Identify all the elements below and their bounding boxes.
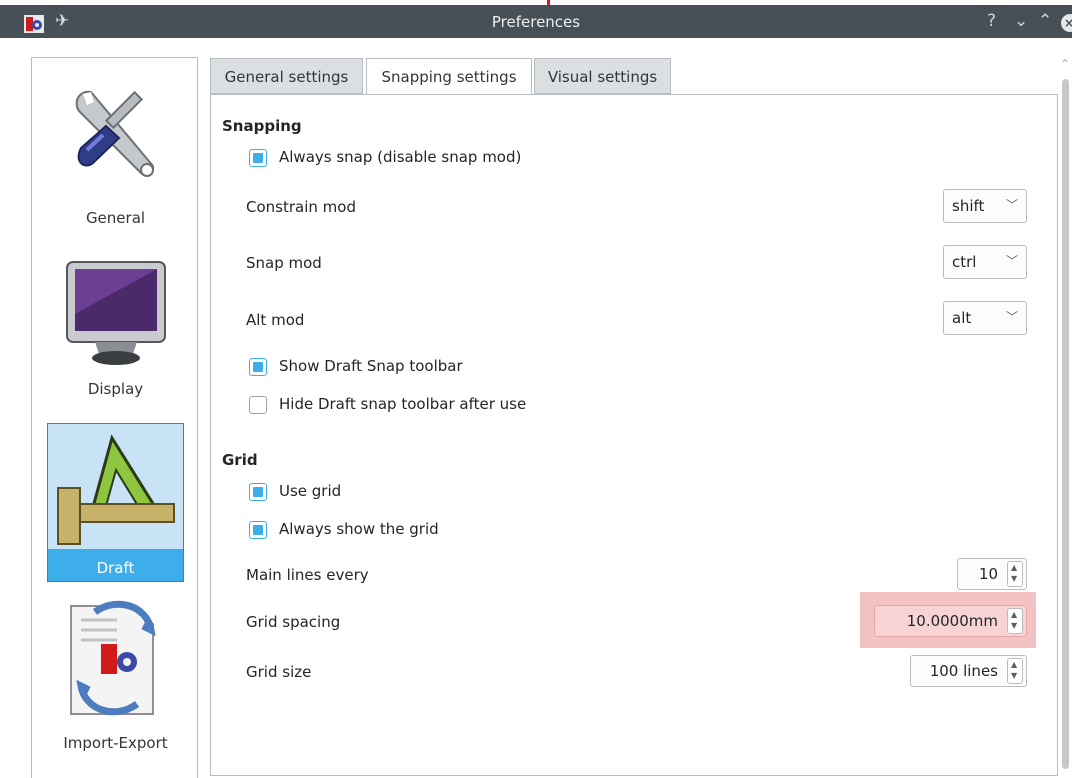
- spinbox-buttons[interactable]: ▲ ▼: [1007, 658, 1023, 684]
- scroll-up-icon[interactable]: ⌃: [1060, 57, 1070, 71]
- sidebar-item-display[interactable]: Display: [47, 250, 184, 410]
- vertical-scrollbar[interactable]: ⌃: [1060, 57, 1072, 769]
- help-button[interactable]: ?: [987, 11, 996, 31]
- select-value: ctrl: [952, 253, 977, 271]
- alt-mod-label: Alt mod: [246, 311, 305, 329]
- preferences-sidebar: General Display Draft Import-Export: [31, 57, 198, 778]
- checkbox-box[interactable]: [249, 396, 267, 414]
- grid-spacing-label: Grid spacing: [246, 613, 341, 631]
- checkbox-label: Hide Draft snap toolbar after use: [279, 395, 527, 413]
- grid-section-title: Grid: [222, 451, 258, 469]
- checkbox-label: Always snap (disable snap mod): [279, 148, 522, 166]
- spinbox-buttons[interactable]: ▲ ▼: [1007, 561, 1023, 587]
- sidebar-item-label: Display: [87, 380, 144, 398]
- chevron-down-icon[interactable]: ▼: [1011, 621, 1017, 631]
- grid-size-spinbox[interactable]: 100 lines ▲ ▼: [910, 655, 1027, 687]
- minimize-button[interactable]: ⌄: [1014, 11, 1028, 31]
- chevron-down-icon: ﹀: [1005, 254, 1018, 268]
- tab-general-settings[interactable]: General settings: [210, 58, 363, 94]
- chevron-up-icon[interactable]: ▲: [1011, 563, 1017, 573]
- spinbox-value: 10.0000mm: [906, 612, 998, 630]
- checkbox-box[interactable]: [249, 358, 267, 376]
- chevron-down-icon[interactable]: ▼: [1011, 671, 1017, 681]
- tab-visual-settings[interactable]: Visual settings: [534, 58, 671, 94]
- close-button[interactable]: ×: [1061, 14, 1072, 32]
- constrain-mod-select[interactable]: shift ﹀: [943, 189, 1027, 223]
- snapping-section-title: Snapping: [222, 117, 302, 135]
- grid-size-label: Grid size: [246, 663, 312, 681]
- chevron-down-icon: ﹀: [1005, 198, 1018, 212]
- sidebar-item-import-export[interactable]: Import-Export: [47, 590, 184, 760]
- maximize-button[interactable]: ⌃: [1038, 11, 1052, 31]
- draft-icon: [57, 434, 175, 545]
- sidebar-item-label: Draft: [96, 559, 135, 577]
- checkbox-box[interactable]: [249, 521, 267, 539]
- import-export-icon: [70, 600, 156, 716]
- spinbox-value: 10: [978, 565, 998, 583]
- main-lines-label: Main lines every: [246, 566, 369, 584]
- snap-mod-select[interactable]: ctrl ﹀: [943, 245, 1027, 279]
- title-bar: ✈ Preferences ? ⌄ ⌃ ×: [0, 5, 1072, 38]
- window-title: Preferences: [491, 13, 581, 31]
- chevron-up-icon[interactable]: ▲: [1011, 660, 1017, 670]
- checkbox-label: Show Draft Snap toolbar: [279, 357, 463, 375]
- spinbox-buttons[interactable]: ▲ ▼: [1007, 608, 1023, 634]
- preferences-window: ✈ Preferences ? ⌄ ⌃ × General Display Dr…: [0, 0, 1072, 778]
- checkbox-label: Use grid: [279, 482, 342, 500]
- tab-snapping-settings[interactable]: Snapping settings: [366, 58, 532, 95]
- spinbox-value: 100 lines: [929, 662, 998, 680]
- chevron-down-icon[interactable]: ▼: [1011, 574, 1017, 584]
- snap-mod-label: Snap mod: [246, 254, 322, 272]
- main-lines-spinbox[interactable]: 10 ▲ ▼: [957, 558, 1027, 590]
- sidebar-item-label: General: [85, 209, 146, 227]
- grid-spacing-spinbox[interactable]: 10.0000mm ▲ ▼: [874, 605, 1027, 637]
- constrain-mod-label: Constrain mod: [246, 198, 356, 216]
- sidebar-item-general[interactable]: General: [47, 74, 184, 240]
- select-value: shift: [952, 197, 985, 215]
- scroll-thumb[interactable]: [1062, 79, 1069, 769]
- chevron-down-icon: ﹀: [1005, 310, 1018, 324]
- tools-icon: [75, 90, 155, 177]
- checkbox-label: Always show the grid: [279, 520, 439, 538]
- sidebar-item-label: Import-Export: [63, 734, 168, 752]
- checkbox-box[interactable]: [249, 149, 267, 167]
- alt-mod-select[interactable]: alt ﹀: [943, 301, 1027, 335]
- sidebar-item-draft[interactable]: Draft: [47, 423, 184, 582]
- checkbox-box[interactable]: [249, 483, 267, 501]
- select-value: alt: [952, 309, 972, 327]
- monitor-icon: [66, 261, 166, 365]
- chevron-up-icon[interactable]: ▲: [1011, 610, 1017, 620]
